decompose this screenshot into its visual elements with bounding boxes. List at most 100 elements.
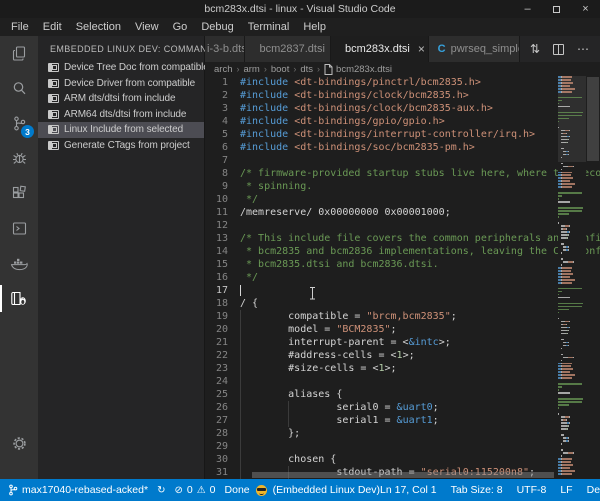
breadcrumb-file[interactable]: bcm283x.dtsi [324, 63, 393, 75]
code-line[interactable]: 14 * bcm2835 and bcm2836 implementations… [205, 245, 600, 258]
code-line[interactable]: 30 chosen { [205, 453, 600, 466]
code-line[interactable]: 15 * bcm2835.dtsi and bcm2836.dtsi. [205, 258, 600, 271]
code-line[interactable]: 25 aliases { [205, 388, 600, 401]
split-editor-icon[interactable] [553, 43, 564, 55]
menu-help[interactable]: Help [296, 18, 333, 36]
horizontal-scrollbar[interactable] [240, 472, 558, 479]
tab-bcm283x.dtsi[interactable]: bcm283x.dtsi × [331, 36, 429, 62]
code-text: serial0 = &uart0; [240, 402, 439, 413]
close-button[interactable]: × [571, 0, 600, 18]
code-line[interactable]: 5 #include <dt-bindings/interrupt-control… [205, 128, 600, 141]
line-number: 17 [215, 285, 228, 296]
command-item[interactable]: ARM64 dts/dtsi from include [38, 107, 204, 123]
activity-source-control[interactable]: 3 [0, 106, 38, 141]
breadcrumb-file-label: bcm283x.dtsi [336, 63, 393, 75]
code-line[interactable]: 27 serial1 = &uart1; [205, 414, 600, 427]
code-line[interactable]: 29 [205, 440, 600, 453]
code-line[interactable]: 19 compatible = "brcm,bcm2835"; [205, 310, 600, 323]
code-line[interactable]: 7 [205, 154, 600, 167]
code-text: * bcm2835 and bcm2836 implementations, l… [246, 246, 600, 257]
activity-debug[interactable] [0, 141, 38, 176]
open-changes-icon[interactable]: ⇅ [530, 42, 540, 56]
line-number: 31 [215, 467, 228, 478]
line-number: 26 [215, 402, 228, 413]
code-text: / { [240, 298, 259, 309]
code-line[interactable]: 3 #include <dt-bindings/clock/bcm2835-aux… [205, 102, 600, 115]
tab-close-icon[interactable]: × [418, 42, 425, 56]
activity-docker[interactable] [0, 246, 38, 281]
code-line[interactable]: 22 #address-cells = <1>; [205, 349, 600, 362]
tab-size-status[interactable]: Tab Size: 8 [451, 484, 503, 496]
command-item[interactable]: Device Tree Doc from compatible [38, 60, 209, 76]
sync-icon[interactable]: ↻ [157, 485, 165, 496]
code-line[interactable]: 1 #include <dt-bindings/pinctrl/bcm2835.h… [205, 76, 600, 89]
line-number: 9 [221, 181, 228, 192]
command-item[interactable]: Device Driver from compatible [38, 76, 204, 92]
code-line[interactable]: 23 #size-cells = <1>; [205, 362, 600, 375]
tab-bar: i-3-b.dts bcm2837.dtsi bcm283x.dtsi × Cpwrse… [205, 36, 600, 62]
code-line[interactable]: 28 }; [205, 427, 600, 440]
eol-status[interactable]: LF [560, 484, 572, 496]
breadcrumb[interactable]: arch › arm › boot › dts › bcm283x.dtsi [205, 62, 600, 76]
code-line[interactable]: 9 * spinning. [205, 180, 600, 193]
mouse-text-cursor [309, 287, 316, 300]
tab-i-3-b.dts[interactable]: i-3-b.dts [205, 36, 246, 62]
code-line[interactable]: 10 */ [205, 193, 600, 206]
maximize-button[interactable] [542, 0, 571, 18]
breadcrumb-segment[interactable]: arch [214, 64, 232, 75]
command-icon [48, 109, 59, 119]
code-line[interactable]: 21 interrupt-parent = <&intc>; [205, 336, 600, 349]
code-line[interactable]: 17 [205, 284, 600, 297]
more-actions-icon[interactable]: ⋯ [577, 42, 590, 56]
tab-bcm2837.dtsi[interactable]: bcm2837.dtsi [245, 36, 332, 62]
breadcrumb-segment[interactable]: arm [243, 64, 259, 75]
code-line[interactable]: 20 model = "BCM2835"; [205, 323, 600, 336]
command-item[interactable]: ARM dts/dtsi from include [38, 91, 204, 107]
breadcrumb-segment[interactable]: dts [300, 64, 313, 75]
vertical-scrollbar[interactable] [586, 76, 600, 479]
menu-debug[interactable]: Debug [194, 18, 240, 36]
code-line[interactable]: 2 #include <dt-bindings/clock/bcm2835.h> [205, 89, 600, 102]
activity-extensions[interactable] [0, 176, 38, 211]
activity-terminal[interactable] [0, 211, 38, 246]
command-item[interactable]: Linux Include from selected [38, 122, 204, 138]
code-line[interactable]: 6 #include <dt-bindings/soc/bcm2835-pm.h> [205, 141, 600, 154]
activity-bar: 3 [0, 36, 38, 479]
menu-terminal[interactable]: Terminal [241, 18, 297, 36]
breadcrumb-separator: › [317, 64, 321, 74]
activity-explorer[interactable] [0, 36, 38, 71]
code-line[interactable]: 4 #include <dt-bindings/gpio/gpio.h> [205, 115, 600, 128]
branch-icon [9, 484, 18, 496]
menu-view[interactable]: View [128, 18, 166, 36]
code-line[interactable]: 13 /* This include file covers the common… [205, 232, 600, 245]
activity-search[interactable] [0, 71, 38, 106]
git-branch-status[interactable]: max17040-rebased-acked* [8, 484, 148, 496]
code-text: }; [240, 428, 301, 439]
tab-label: bcm2837.dtsi [259, 43, 325, 55]
settings-gear-icon[interactable] [0, 426, 38, 461]
cursor-position-status[interactable]: Ln 17, Col 1 [380, 484, 437, 496]
code-area[interactable]: 1 #include <dt-bindings/pinctrl/bcm2835.h… [205, 76, 600, 479]
menu-edit[interactable]: Edit [36, 18, 69, 36]
title-bar: bcm283x.dtsi - linux - Visual Studio Cod… [0, 0, 600, 18]
encoding-status[interactable]: UTF-8 [517, 484, 547, 496]
menu-go[interactable]: Go [166, 18, 195, 36]
code-line[interactable]: 11/memreserve/ 0x00000000 0x00001000; [205, 206, 600, 219]
activity-embedded-linux-dev[interactable] [0, 281, 38, 316]
minimap[interactable] [558, 76, 586, 479]
menu-file[interactable]: File [4, 18, 36, 36]
menu-selection[interactable]: Selection [69, 18, 128, 36]
code-line[interactable]: 18 / { [205, 297, 600, 310]
language-mode-status[interactable]: DeviceTree [587, 484, 600, 496]
code-line[interactable]: 24 [205, 375, 600, 388]
code-line[interactable]: 16 */ [205, 271, 600, 284]
tab-pwrseq_simple[interactable]: Cpwrseq_simple [428, 36, 520, 62]
code-line[interactable]: 26 serial0 = &uart0; [205, 401, 600, 414]
code-line[interactable]: 8 /* firmware-provided startup stubs live… [205, 167, 600, 180]
breadcrumb-segment[interactable]: boot [271, 64, 290, 75]
line-number: 7 [221, 155, 228, 166]
code-line[interactable]: 12 [205, 219, 600, 232]
command-item[interactable]: Generate CTags from project [38, 138, 204, 154]
minimize-button[interactable]: – [513, 0, 542, 18]
problems-status[interactable]: ⊘ 0 ⚠ 0 [174, 484, 215, 496]
